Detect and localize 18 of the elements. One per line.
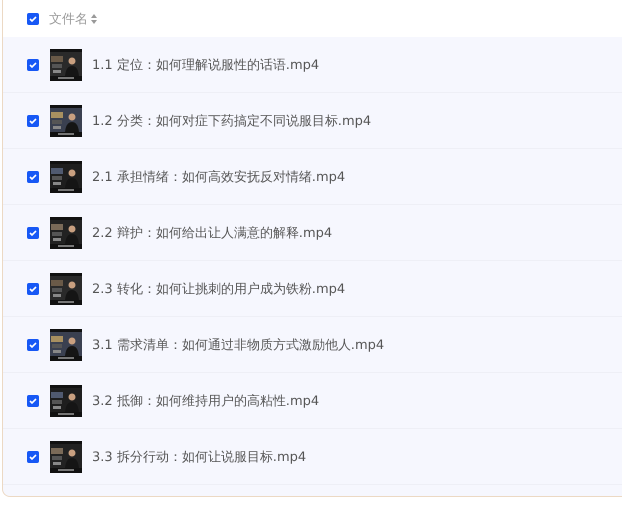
checkbox[interactable] bbox=[27, 58, 39, 70]
file-name[interactable]: 3.1 需求清单：如何通过非物质方式激励他人.mp4 bbox=[92, 336, 384, 354]
checkbox[interactable] bbox=[27, 282, 39, 294]
checkbox[interactable] bbox=[27, 338, 39, 350]
file-name[interactable]: 2.2 辩护：如何给出让人满意的解释.mp4 bbox=[92, 224, 332, 242]
file-name[interactable]: 2.3 转化：如何让挑刺的用户成为铁粉.mp4 bbox=[92, 280, 346, 298]
checkbox[interactable] bbox=[27, 170, 39, 182]
checkbox[interactable] bbox=[27, 12, 39, 24]
checkbox[interactable] bbox=[27, 114, 39, 126]
file-name[interactable]: 3.2 抵御：如何维持用户的高粘性.mp4 bbox=[92, 392, 320, 410]
checkbox[interactable] bbox=[27, 226, 39, 238]
file-name[interactable]: 1.1 定位：如何理解说服性的话语.mp4 bbox=[92, 56, 320, 74]
file-name[interactable]: 1.2 分类：如何对症下药搞定不同说服目标.mp4 bbox=[92, 112, 372, 130]
sort-icon[interactable] bbox=[91, 14, 97, 24]
checkbox[interactable] bbox=[27, 450, 39, 462]
file-name[interactable]: 3.3 拆分行动：如何让说服目标.mp4 bbox=[92, 448, 306, 466]
checkbox[interactable] bbox=[27, 394, 39, 406]
file-name[interactable]: 2.1 承担情绪：如何高效安抚反对情绪.mp4 bbox=[92, 168, 346, 186]
